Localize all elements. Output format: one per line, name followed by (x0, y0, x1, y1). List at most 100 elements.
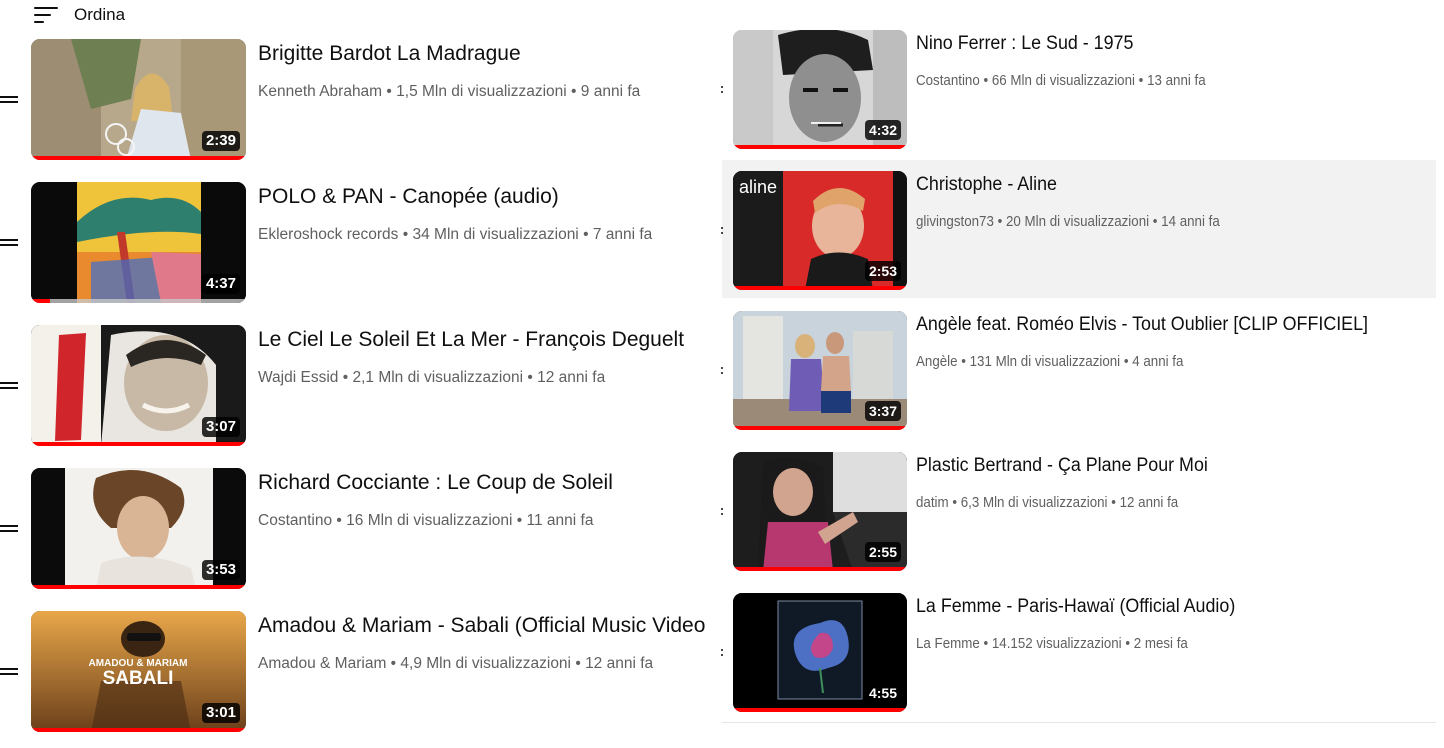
upload-age: 14 anni fa (1161, 214, 1220, 230)
video-thumbnail[interactable]: 2:39 (31, 39, 246, 160)
channel-name[interactable]: La Femme (916, 636, 980, 652)
channel-name[interactable]: Wajdi Essid (258, 369, 338, 386)
channel-name[interactable]: Ekleroshock records (258, 226, 398, 243)
view-count: 131 Mln di visualizzazioni (969, 354, 1121, 370)
separator: • (961, 354, 966, 370)
drag-handle-icon[interactable] (0, 523, 18, 533)
watch-progress-fill (31, 442, 246, 446)
video-title[interactable]: Christophe - Aline (916, 174, 1405, 196)
upload-age: 12 anni fa (1119, 495, 1179, 511)
video-title[interactable]: Richard Cocciante : Le Coup de Soleil (258, 471, 728, 495)
upload-age: 4 anni fa (1132, 354, 1184, 370)
video-title[interactable]: Le Ciel Le Soleil Et La Mer - François D… (258, 328, 728, 352)
separator: • (1138, 73, 1144, 89)
separator: • (516, 512, 523, 529)
drag-handle-icon[interactable] (0, 94, 18, 104)
drag-handle-icon[interactable] (0, 666, 18, 676)
separator: • (575, 655, 581, 672)
separator: • (390, 655, 397, 672)
video-meta: datim • 6,3 Mln di visualizzazioni • 12 … (916, 495, 1178, 511)
video-title[interactable]: Plastic Bertrand - Ça Plane Pour Moi (916, 455, 1405, 477)
channel-name[interactable]: Kenneth Abraham (258, 83, 382, 100)
channel-name[interactable]: Costantino (916, 73, 980, 89)
channel-name[interactable]: Angèle (916, 354, 958, 370)
view-count: 1,5 Mln di visualizzazioni (396, 83, 567, 100)
video-title[interactable]: POLO & PAN - Canopée (audio) (258, 185, 728, 209)
view-count: 14.152 visualizzazioni (991, 636, 1122, 652)
more-actions-icon[interactable] (719, 507, 725, 517)
watch-progress-fill (31, 156, 246, 160)
separator: • (997, 214, 1003, 230)
watch-progress (31, 442, 246, 446)
duration-badge: 3:37 (864, 401, 901, 421)
separator: • (1152, 214, 1158, 230)
more-actions-icon[interactable] (719, 648, 725, 658)
channel-name[interactable]: Costantino (258, 512, 332, 529)
view-count: 6,3 Mln di visualizzazioni (960, 495, 1108, 511)
video-thumbnail[interactable]: 4:32 (733, 30, 907, 149)
video-thumbnail[interactable]: 3:07 (31, 325, 246, 446)
video-thumbnail[interactable]: 4:37 (31, 182, 246, 303)
video-meta: Kenneth Abraham • 1,5 Mln di visualizzaz… (258, 83, 640, 101)
video-meta: Amadou & Mariam • 4,9 Mln di visualizzaz… (258, 655, 653, 673)
view-count: 66 Mln di visualizzazioni (991, 73, 1135, 89)
video-thumbnail[interactable]: 3:37 (733, 311, 907, 430)
separator: • (342, 369, 349, 386)
upload-age: 13 anni fa (1147, 73, 1206, 89)
view-count: 4,9 Mln di visualizzazioni (400, 655, 571, 672)
video-thumbnail[interactable]: 2:55 (733, 452, 907, 571)
video-meta: glivingston73 • 20 Mln di visualizzazion… (916, 214, 1220, 230)
video-title[interactable]: Angèle feat. Roméo Elvis - Tout Oublier … (916, 314, 1405, 336)
separator: • (1123, 354, 1129, 370)
video-title[interactable]: La Femme - Paris-Hawaï (Official Audio) (916, 596, 1405, 618)
watch-progress-fill (733, 145, 907, 149)
duration-badge: 2:39 (201, 131, 240, 151)
watch-progress (733, 426, 907, 430)
duration-badge: 2:53 (864, 261, 901, 281)
watch-progress (31, 585, 246, 589)
duration-badge: 3:01 (201, 703, 240, 723)
video-thumbnail[interactable]: 3:53 (31, 468, 246, 589)
video-title[interactable]: Nino Ferrer : Le Sud - 1975 (916, 33, 1405, 55)
video-meta: Angèle • 131 Mln di visualizzazioni • 4 … (916, 354, 1183, 370)
view-count: 20 Mln di visualizzazioni (1005, 214, 1150, 230)
separator: • (402, 226, 409, 243)
video-thumbnail[interactable]: 4:55 (733, 593, 907, 712)
duration-badge: 2:55 (864, 542, 901, 562)
view-count: 34 Mln di visualizzazioni (412, 226, 579, 243)
watch-progress-fill (733, 286, 907, 290)
upload-age: 2 mesi fa (1133, 636, 1188, 652)
separator: • (583, 226, 589, 243)
watch-progress (733, 708, 907, 712)
more-actions-icon[interactable] (719, 226, 725, 236)
channel-name[interactable]: glivingston73 (916, 214, 994, 230)
video-thumbnail[interactable]: AMADOU & MARIAM SABALI 3:01 (31, 611, 246, 732)
separator: • (1125, 636, 1131, 652)
separator: • (571, 83, 577, 100)
channel-name[interactable]: Amadou & Mariam (258, 655, 386, 672)
more-actions-icon[interactable] (719, 85, 725, 95)
duration-badge: 4:55 (864, 683, 901, 703)
sort-icon (32, 4, 60, 26)
upload-age: 9 anni fa (580, 83, 641, 100)
watch-progress-fill (31, 299, 51, 303)
upload-age: 7 anni fa (592, 226, 653, 243)
separator: • (983, 73, 989, 89)
sort-button[interactable]: Ordina (32, 2, 125, 28)
video-title[interactable]: Brigitte Bardot La Madrague (258, 42, 728, 66)
video-meta: Wajdi Essid • 2,1 Mln di visualizzazioni… (258, 369, 605, 387)
upload-age: 12 anni fa (585, 655, 654, 672)
drag-handle-icon[interactable] (0, 380, 18, 390)
watch-progress (733, 145, 907, 149)
duration-badge: 4:32 (864, 120, 901, 140)
video-meta: Costantino • 66 Mln di visualizzazioni •… (916, 73, 1206, 89)
video-thumbnail[interactable]: aline 2:53 (733, 171, 907, 290)
drag-handle-icon[interactable] (0, 237, 18, 247)
more-actions-icon[interactable] (719, 366, 725, 376)
video-meta: Costantino • 16 Mln di visualizzazioni •… (258, 512, 593, 530)
video-title[interactable]: Amadou & Mariam - Sabali (Official Music… (258, 614, 723, 638)
duration-badge: 4:37 (201, 274, 240, 294)
view-count: 16 Mln di visualizzazioni (346, 512, 513, 529)
duration-badge: 3:53 (201, 560, 240, 580)
channel-name[interactable]: datim (916, 495, 949, 511)
